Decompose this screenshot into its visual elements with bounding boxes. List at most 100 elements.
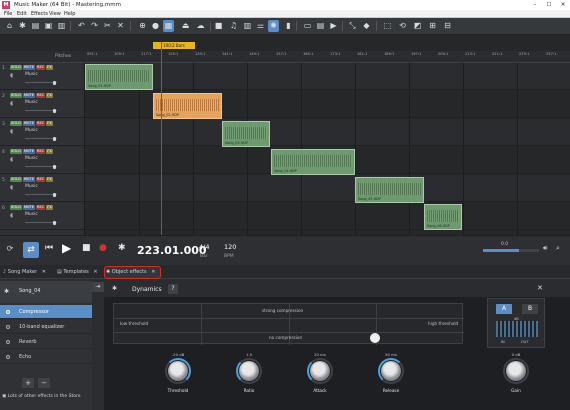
ratio-knob-group[interactable]: 1.5 Ratio bbox=[230, 352, 268, 398]
track-header[interactable]: 5 SOLO MUTE REC FX ◖ Music bbox=[0, 175, 85, 202]
audio-clip[interactable]: Song_01.HDP bbox=[85, 64, 153, 90]
loop-toggle-icon[interactable]: ⟳ bbox=[4, 244, 16, 256]
zoom-icon[interactable]: ⊟ bbox=[442, 20, 453, 32]
tab-object-effects[interactable]: ✺ Object effects ✕ bbox=[106, 267, 155, 278]
fx-button[interactable]: FX bbox=[46, 177, 53, 182]
playhead[interactable] bbox=[161, 42, 162, 235]
settings-icon[interactable]: ✱ bbox=[118, 243, 126, 253]
snap-icon[interactable]: ⤡ bbox=[347, 20, 358, 32]
remove-effect-button[interactable]: − bbox=[38, 378, 50, 388]
undo-icon[interactable]: ↶ bbox=[76, 20, 87, 32]
piano-icon[interactable]: ▥ bbox=[242, 20, 253, 32]
a-button[interactable]: A bbox=[496, 304, 512, 314]
fx-button[interactable]: FX bbox=[46, 205, 53, 210]
store-link[interactable]: ▣ Lots of other effects in the Store bbox=[2, 394, 81, 399]
home-icon[interactable]: ⌂ bbox=[4, 20, 15, 32]
stop-icon[interactable]: ■ bbox=[82, 243, 91, 253]
cut-icon[interactable]: ✂ bbox=[102, 20, 113, 32]
audio-clip[interactable]: Song_03.HDP bbox=[222, 121, 270, 147]
rec-button[interactable]: REC bbox=[36, 121, 46, 126]
search-icon[interactable]: ⌕ bbox=[556, 244, 560, 253]
tab-song-maker[interactable]: ♪ Song Maker ✕ bbox=[3, 267, 46, 278]
stop-icon[interactable]: ■ bbox=[213, 20, 224, 32]
marker-icon[interactable]: ◆ bbox=[361, 20, 372, 32]
release-knob-group[interactable]: 50 ms Release bbox=[372, 352, 410, 398]
lane[interactable] bbox=[85, 203, 570, 230]
lane[interactable] bbox=[85, 175, 570, 202]
redo-icon[interactable]: ↷ bbox=[89, 20, 100, 32]
rewind-icon[interactable]: ⏮ bbox=[45, 243, 53, 253]
mute-button[interactable]: MUTE bbox=[22, 177, 36, 182]
lane[interactable] bbox=[85, 63, 570, 90]
music-icon[interactable]: ♫ bbox=[228, 20, 239, 32]
record-icon[interactable]: ● bbox=[99, 243, 107, 253]
play-icon[interactable]: ▶ bbox=[62, 241, 71, 255]
range-marker[interactable]: 100:2 Bars bbox=[153, 42, 195, 49]
settings-icon[interactable]: ✱ bbox=[17, 20, 28, 32]
threshold-knob-group[interactable]: -20 dB Threshold bbox=[159, 352, 197, 398]
fx-button[interactable]: FX bbox=[46, 93, 53, 98]
loop-icon[interactable]: ⟲ bbox=[397, 20, 408, 32]
chart-icon[interactable]: ▮ bbox=[283, 20, 294, 32]
solo-button[interactable]: SOLO bbox=[10, 177, 22, 182]
menu-view[interactable]: View bbox=[49, 10, 61, 18]
grid-icon[interactable]: ▭ bbox=[302, 20, 313, 32]
rec-button[interactable]: REC bbox=[36, 93, 46, 98]
mute-button[interactable]: MUTE bbox=[22, 205, 36, 210]
export-icon[interactable]: ▥ bbox=[56, 20, 67, 32]
compression-graph[interactable]: strong compression low threshold high th… bbox=[113, 303, 464, 345]
close-icon[interactable]: ✕ bbox=[115, 20, 126, 32]
gain-knob[interactable] bbox=[506, 361, 526, 381]
volume-slider[interactable] bbox=[25, 164, 57, 169]
release-knob[interactable] bbox=[381, 361, 401, 381]
rec-button[interactable]: REC bbox=[36, 177, 46, 182]
mute-button[interactable]: MUTE bbox=[22, 93, 36, 98]
close-icon[interactable]: ✕ bbox=[42, 269, 46, 275]
solo-button[interactable]: SOLO bbox=[10, 205, 22, 210]
mute-button[interactable]: MUTE bbox=[22, 121, 36, 126]
effect-item-equalizer[interactable]: 10-band equalizer bbox=[0, 320, 92, 334]
gain-knob-group[interactable]: 0 dB Gain bbox=[497, 352, 535, 398]
maximize-button[interactable]: ☐ bbox=[542, 0, 556, 10]
rec-button[interactable]: REC bbox=[36, 205, 46, 210]
rec-button[interactable]: REC bbox=[36, 65, 46, 70]
menu-effects[interactable]: Effects bbox=[31, 10, 48, 18]
audio-clip-selected[interactable]: Song_02.HDP bbox=[153, 93, 222, 119]
speaker-icon[interactable]: 🔊︎ bbox=[543, 244, 547, 253]
volume-slider[interactable] bbox=[25, 136, 57, 141]
mute-button[interactable]: MUTE bbox=[22, 149, 36, 154]
menu-edit[interactable]: Edit bbox=[17, 10, 27, 18]
time-signature[interactable]: 4/4 bbox=[199, 243, 209, 251]
gear-icon[interactable]: ✱ bbox=[4, 288, 9, 295]
audio-clip[interactable]: Song_04.HDP bbox=[271, 149, 355, 175]
bars-icon[interactable]: ▤ bbox=[315, 20, 326, 32]
record-icon[interactable]: ● bbox=[150, 20, 161, 32]
ruler[interactable]: 091:1 109:1 117:1 125:1 133:1 141:1 149:… bbox=[85, 51, 570, 63]
threshold-knob[interactable] bbox=[168, 361, 188, 381]
effect-item-echo[interactable]: Echo bbox=[0, 350, 92, 364]
master-volume-slider[interactable] bbox=[483, 249, 539, 252]
repeat-icon[interactable]: ⇄ bbox=[23, 242, 39, 258]
close-window-button[interactable]: ✕ bbox=[556, 0, 570, 10]
fx-button[interactable]: FX bbox=[46, 149, 53, 154]
gear-icon[interactable]: ✱ bbox=[112, 285, 117, 292]
cloud-icon[interactable]: ☁ bbox=[195, 20, 206, 32]
fade-icon[interactable]: ◩ bbox=[412, 20, 423, 32]
volume-slider[interactable] bbox=[25, 108, 57, 113]
tempo-display[interactable]: 120 bbox=[224, 243, 236, 251]
lane[interactable] bbox=[85, 119, 570, 146]
attack-knob-group[interactable]: 20 ms Attack bbox=[301, 352, 339, 398]
solo-button[interactable]: SOLO bbox=[10, 65, 22, 70]
b-button[interactable]: B bbox=[522, 304, 538, 314]
audio-clip[interactable]: Song_06.HDP bbox=[424, 204, 462, 230]
effect-item-reverb[interactable]: Reverb bbox=[0, 335, 92, 349]
track-header[interactable]: 3 SOLO MUTE REC FX ◖ Music bbox=[0, 119, 85, 146]
video-icon[interactable]: ▶ bbox=[328, 20, 339, 32]
track-header[interactable]: 6 SOLO MUTE REC FX ◖ Music bbox=[0, 203, 85, 230]
solo-button[interactable]: SOLO bbox=[10, 93, 22, 98]
close-panel-icon[interactable]: ✕ bbox=[537, 284, 543, 292]
upload-icon[interactable]: ⏏ bbox=[180, 20, 191, 32]
effect-item-compressor[interactable]: Compressor bbox=[0, 305, 92, 319]
audio-clip[interactable]: Song_05.HDP bbox=[355, 177, 424, 203]
solo-button[interactable]: SOLO bbox=[10, 149, 22, 154]
